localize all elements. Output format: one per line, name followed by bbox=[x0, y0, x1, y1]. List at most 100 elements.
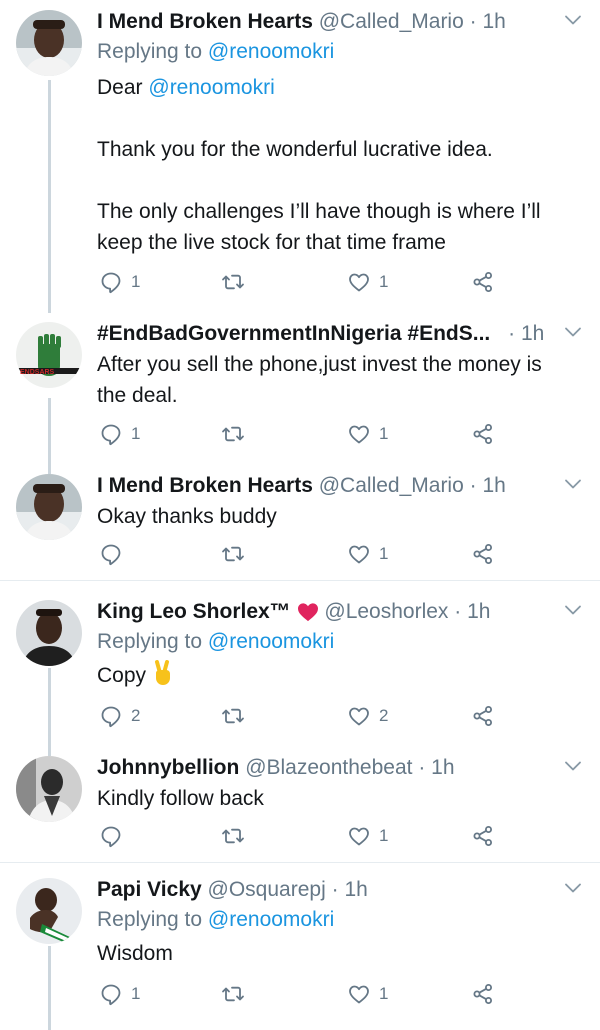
display-name[interactable]: Johnnybellion bbox=[97, 756, 239, 779]
share-button[interactable] bbox=[471, 268, 495, 296]
retweet-button[interactable] bbox=[221, 540, 245, 568]
like-count: 1 bbox=[379, 826, 389, 845]
share-icon bbox=[471, 704, 495, 728]
like-icon bbox=[347, 704, 371, 728]
retweet-icon bbox=[221, 982, 245, 1006]
chevron-down-icon[interactable] bbox=[564, 882, 582, 894]
user-handle[interactable]: @Leoshorlex bbox=[324, 600, 448, 623]
replying-to-mention[interactable]: @renoomokri bbox=[208, 908, 334, 931]
share-icon bbox=[471, 542, 495, 566]
reply-button[interactable]: 1 bbox=[99, 980, 140, 1008]
reply-icon bbox=[99, 704, 123, 728]
timestamp[interactable]: 1h bbox=[431, 756, 454, 779]
tweet-actions: 1 1 bbox=[97, 268, 517, 296]
tweet-text: Copy bbox=[97, 660, 570, 691]
chevron-down-icon[interactable] bbox=[564, 14, 582, 26]
reply-button[interactable]: 1 bbox=[99, 420, 140, 448]
heart-emoji-icon bbox=[297, 603, 318, 622]
reply-icon bbox=[99, 422, 123, 446]
user-handle[interactable]: @Blazeonthebeat bbox=[245, 756, 412, 779]
share-icon bbox=[471, 824, 495, 848]
user-handle[interactable]: @Called_Mario bbox=[319, 474, 464, 497]
like-button[interactable]: 1 bbox=[347, 540, 388, 568]
separator-dot: · bbox=[469, 10, 477, 33]
tweet-actions: 1 bbox=[97, 822, 517, 850]
reply-button[interactable]: 1 bbox=[99, 268, 140, 296]
display-name[interactable]: Papi Vicky bbox=[97, 878, 202, 901]
separator-dot: · bbox=[418, 756, 426, 779]
tweet-text-lead: Dear bbox=[97, 76, 143, 99]
tweet-6[interactable]: Papi Vicky @Osquarepj · 1h Replying to @… bbox=[0, 868, 600, 1028]
timestamp[interactable]: 1h bbox=[467, 600, 490, 623]
retweet-button[interactable] bbox=[221, 420, 245, 448]
user-handle[interactable]: @Osquarepj bbox=[208, 878, 326, 901]
avatar[interactable] bbox=[16, 10, 82, 76]
like-icon bbox=[347, 982, 371, 1006]
tweet-actions: 1 1 bbox=[97, 420, 517, 448]
like-button[interactable]: 1 bbox=[347, 980, 388, 1008]
retweet-button[interactable] bbox=[221, 822, 245, 850]
share-button[interactable] bbox=[471, 822, 495, 850]
like-icon bbox=[347, 422, 371, 446]
retweet-button[interactable] bbox=[221, 268, 245, 296]
chevron-down-icon[interactable] bbox=[564, 604, 582, 616]
share-button[interactable] bbox=[471, 540, 495, 568]
display-name[interactable]: King Leo Shorlex™ bbox=[97, 600, 291, 623]
reply-button[interactable] bbox=[99, 822, 123, 850]
separator-dot: · bbox=[454, 600, 462, 623]
avatar[interactable] bbox=[16, 878, 82, 944]
chevron-down-icon[interactable] bbox=[564, 478, 582, 490]
like-button[interactable]: 1 bbox=[347, 822, 388, 850]
tweet-actions: 1 bbox=[97, 540, 517, 568]
timestamp[interactable]: 1h bbox=[482, 10, 505, 33]
tweet-2[interactable]: ENDSARS #EndBadGovernmentInNigeria #EndS… bbox=[0, 312, 600, 462]
chevron-down-icon[interactable] bbox=[564, 760, 582, 772]
display-name[interactable]: I Mend Broken Hearts bbox=[97, 474, 313, 497]
timestamp[interactable]: 1h bbox=[482, 474, 505, 497]
replying-to-mention[interactable]: @renoomokri bbox=[208, 40, 334, 63]
like-button[interactable]: 2 bbox=[347, 702, 388, 730]
share-button[interactable] bbox=[471, 702, 495, 730]
retweet-icon bbox=[221, 422, 245, 446]
display-name[interactable]: #EndBadGovernmentInNigeria #EndS... bbox=[97, 322, 490, 345]
tweet-5[interactable]: Johnnybellion @Blazeonthebeat · 1h Kindl… bbox=[0, 746, 600, 860]
chevron-down-icon[interactable] bbox=[564, 326, 582, 338]
share-icon bbox=[471, 982, 495, 1006]
tweet-text-paragraph: Thank you for the wonderful lucrative id… bbox=[97, 138, 493, 161]
tweet-4[interactable]: King Leo Shorlex™ @Leoshorlex · 1h Reply… bbox=[0, 590, 600, 740]
reply-button[interactable] bbox=[99, 540, 123, 568]
avatar[interactable] bbox=[16, 756, 82, 822]
tweet-3[interactable]: I Mend Broken Hearts @Called_Mario · 1h … bbox=[0, 464, 600, 578]
avatar[interactable] bbox=[16, 600, 82, 666]
retweet-icon bbox=[221, 542, 245, 566]
reply-count: 1 bbox=[131, 424, 141, 443]
tweet-actions: 2 2 bbox=[97, 702, 517, 730]
avatar[interactable] bbox=[16, 322, 82, 388]
reply-icon bbox=[99, 982, 123, 1006]
replying-to-label: Replying to bbox=[97, 630, 203, 653]
like-count: 1 bbox=[379, 272, 389, 291]
like-button[interactable]: 1 bbox=[347, 420, 388, 448]
timestamp[interactable]: 1h bbox=[344, 878, 367, 901]
avatar[interactable] bbox=[16, 474, 82, 540]
tweet-header: I Mend Broken Hearts @Called_Mario · 1h bbox=[97, 472, 555, 500]
like-icon bbox=[347, 542, 371, 566]
separator bbox=[0, 862, 600, 863]
tweet-1[interactable]: I Mend Broken Hearts @Called_Mario · 1h … bbox=[0, 0, 600, 310]
like-button[interactable]: 1 bbox=[347, 268, 388, 296]
replying-to: Replying to @renoomokri bbox=[97, 906, 334, 934]
retweet-button[interactable] bbox=[221, 702, 245, 730]
display-name[interactable]: I Mend Broken Hearts bbox=[97, 10, 313, 33]
tweet-mention[interactable]: @renoomokri bbox=[148, 76, 274, 99]
tweet-header: #EndBadGovernmentInNigeria #EndS... · 1h bbox=[97, 320, 550, 348]
replying-to-mention[interactable]: @renoomokri bbox=[208, 630, 334, 653]
share-button[interactable] bbox=[471, 980, 495, 1008]
user-handle[interactable]: @Called_Mario bbox=[319, 10, 464, 33]
timestamp[interactable]: 1h bbox=[521, 322, 544, 345]
replying-to: Replying to @renoomokri bbox=[97, 38, 334, 66]
reply-button[interactable]: 2 bbox=[99, 702, 140, 730]
retweet-button[interactable] bbox=[221, 980, 245, 1008]
tweet-text-paragraph: The only challenges I’ll have though is … bbox=[97, 200, 541, 254]
share-button[interactable] bbox=[471, 420, 495, 448]
tweet-text: Okay thanks buddy bbox=[97, 505, 277, 528]
